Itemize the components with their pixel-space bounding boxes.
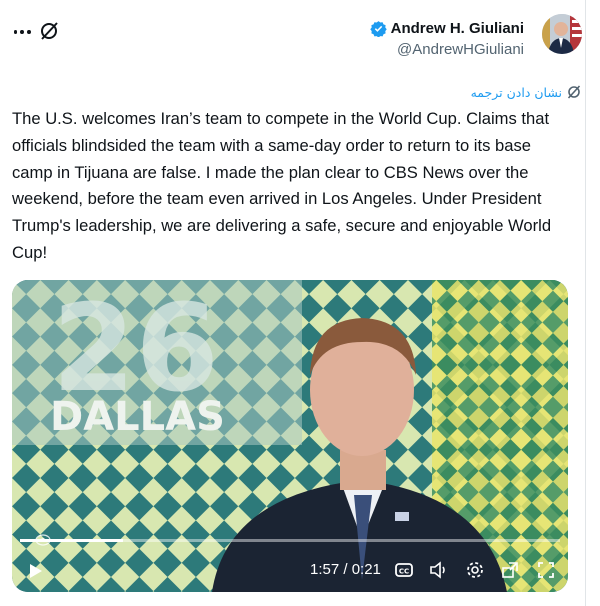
video-player[interactable]: 26 DALLAS 1:57 / 0:21 CC xyxy=(12,280,568,592)
settings-icon[interactable] xyxy=(465,560,485,580)
translate-icon xyxy=(567,85,581,99)
translate-link[interactable]: نشان دادن ترجمه xyxy=(471,84,582,100)
grok-icon[interactable] xyxy=(38,20,60,42)
author-info[interactable]: Andrew H. Giuliani @AndrewHGiuliani xyxy=(369,20,524,58)
video-time: 1:57 / 0:21 xyxy=(310,561,381,578)
author-name[interactable]: Andrew H. Giuliani xyxy=(391,20,524,37)
pip-icon[interactable] xyxy=(500,560,520,580)
captions-icon[interactable]: CC xyxy=(394,560,414,580)
video-bg-text: DALLAS xyxy=(50,394,225,440)
tweet-text: The U.S. welcomes Iran’s team to compete… xyxy=(12,109,552,262)
video-frame: 26 DALLAS xyxy=(12,280,568,592)
author-handle[interactable]: @AndrewHGiuliani xyxy=(370,41,524,58)
video-scrub-handle-icon[interactable] xyxy=(35,534,51,546)
video-progress-bar[interactable] xyxy=(20,539,560,542)
verified-badge-icon xyxy=(369,21,387,37)
avatar-image xyxy=(542,14,582,54)
svg-text:CC: CC xyxy=(399,568,409,576)
play-icon[interactable] xyxy=(26,562,44,580)
volume-icon[interactable] xyxy=(428,560,448,580)
more-options-button[interactable] xyxy=(12,22,32,42)
tweet-header: Andrew H. Giuliani @AndrewHGiuliani xyxy=(12,14,582,70)
avatar[interactable] xyxy=(542,14,582,54)
column-divider xyxy=(585,0,586,606)
more-icon xyxy=(13,30,18,34)
fullscreen-icon[interactable] xyxy=(536,560,556,580)
translate-label[interactable]: نشان دادن ترجمه xyxy=(471,85,562,100)
